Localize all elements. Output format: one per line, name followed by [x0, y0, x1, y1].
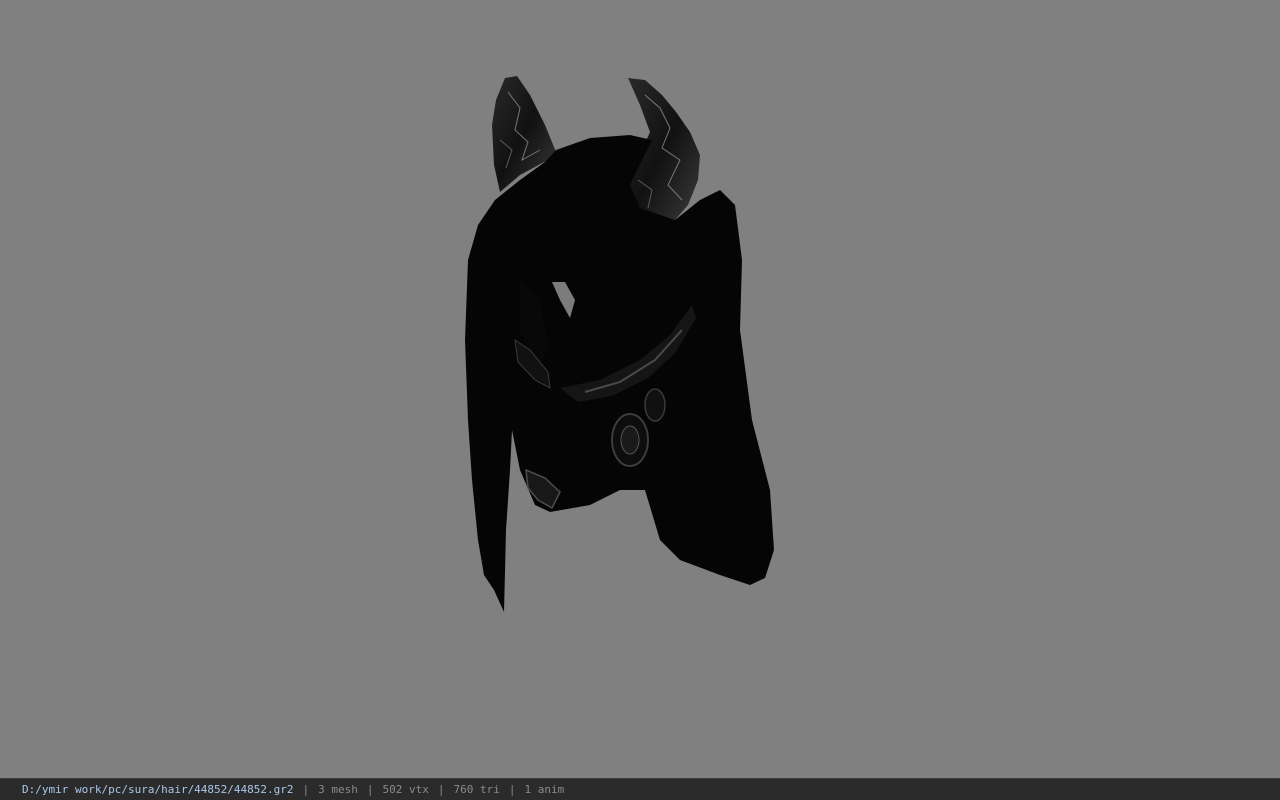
mesh-count-label: 3 mesh [318, 783, 358, 796]
status-separator: | [366, 783, 374, 796]
status-separator: | [437, 783, 445, 796]
status-separator: | [508, 783, 516, 796]
anim-count-label: 1 anim [524, 783, 565, 796]
hair-model-render[interactable] [0, 0, 1280, 778]
file-path-label: D:/ymir work/pc/sura/hair/44852/44852.gr… [22, 783, 294, 796]
3d-viewport[interactable] [0, 0, 1280, 778]
triangle-count-label: 760 tri [453, 783, 500, 796]
vertex-count-label: 502 vtx [382, 783, 429, 796]
status-separator: | [302, 783, 310, 796]
status-bar: D:/ymir work/pc/sura/hair/44852/44852.gr… [0, 778, 1280, 800]
